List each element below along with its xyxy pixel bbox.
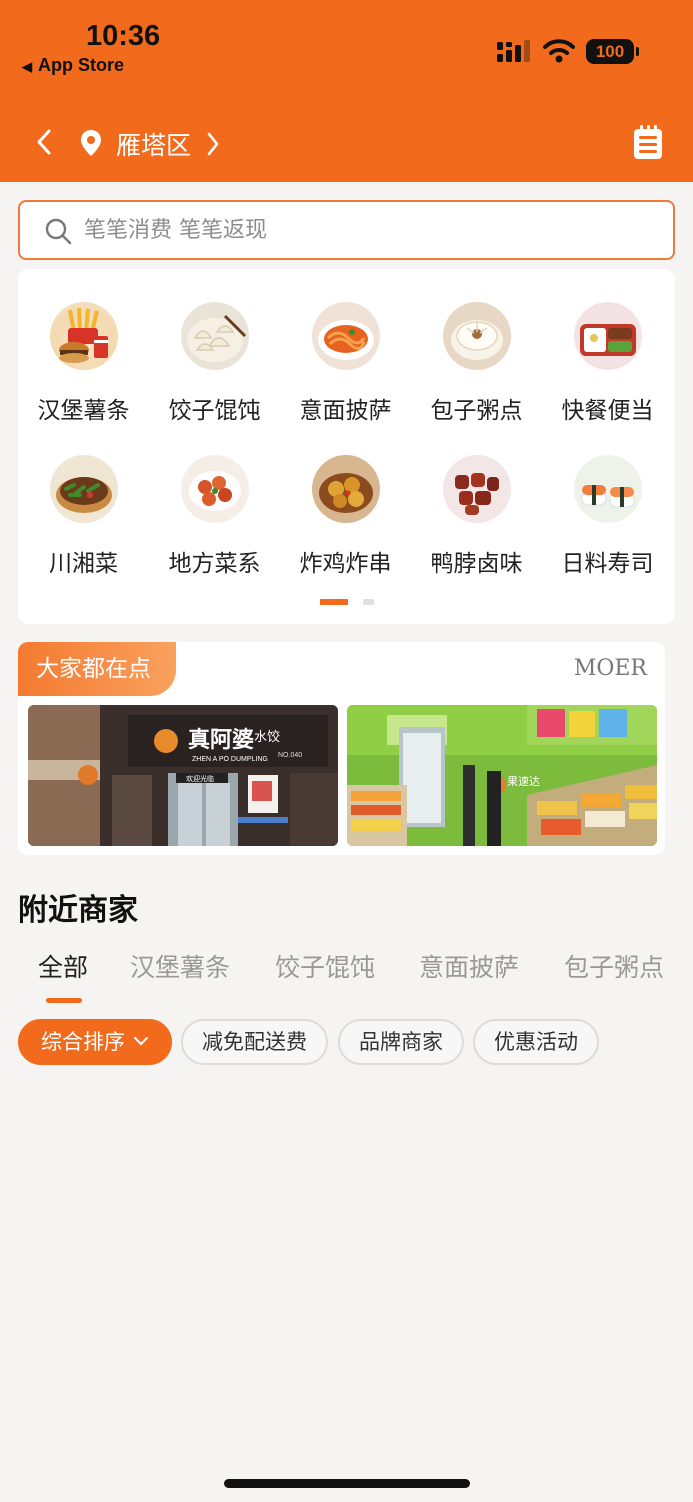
nearby-title: 附近商家 bbox=[18, 893, 138, 928]
tab-all[interactable]: 全部 bbox=[38, 948, 88, 984]
dumplings-icon bbox=[180, 302, 249, 370]
store-sign-sub: 水饺 bbox=[254, 730, 280, 745]
category-label: 快餐便当 bbox=[561, 398, 654, 424]
tab-pasta[interactable]: 意面披萨 bbox=[419, 948, 519, 984]
category-sichuan[interactable]: 川湘菜 bbox=[18, 455, 149, 578]
store-sign-en: ZHEN A PO DUMPLING bbox=[192, 756, 268, 763]
category-label: 日料寿司 bbox=[561, 551, 654, 577]
sort-label: 综合排序 bbox=[41, 1030, 125, 1054]
tab-active-indicator bbox=[46, 998, 82, 1003]
shrimp-dish-icon bbox=[180, 455, 249, 523]
search-icon bbox=[45, 218, 72, 245]
category-label: 意面披萨 bbox=[299, 398, 392, 424]
fruit-store-photo[interactable]: 果速达 bbox=[347, 705, 657, 846]
category-dumplings[interactable]: 饺子馄饨 bbox=[149, 302, 280, 425]
sort-dropdown[interactable]: 综合排序 bbox=[18, 1019, 172, 1065]
tab-buns[interactable]: 包子粥点 bbox=[564, 948, 664, 984]
category-label: 地方菜系 bbox=[168, 551, 261, 577]
chevron-down-icon bbox=[134, 1037, 148, 1045]
category-braised-duck[interactable]: 鸭脖卤味 bbox=[411, 455, 542, 578]
sushi-icon bbox=[573, 455, 642, 523]
fruit-store-sign: 果速达 bbox=[507, 775, 540, 788]
bento-icon bbox=[573, 302, 642, 370]
category-label: 汉堡薯条 bbox=[37, 398, 130, 424]
home-indicator bbox=[224, 1479, 470, 1488]
category-label: 鸭脖卤味 bbox=[430, 551, 523, 577]
page-indicator-active bbox=[320, 599, 348, 605]
location-pin-icon bbox=[81, 130, 101, 156]
category-bento[interactable]: 快餐便当 bbox=[542, 302, 673, 425]
popular-section: 大家都在点 MOER 真阿婆 水饺 ZHEN A PO DUMPLING NO.… bbox=[18, 642, 665, 855]
more-link[interactable]: MOER bbox=[574, 656, 647, 681]
category-sushi[interactable]: 日料寿司 bbox=[542, 455, 673, 578]
search-bar[interactable] bbox=[18, 200, 675, 260]
header-bar: 10:36 ◀ App Store 100 雁塔区 bbox=[0, 0, 693, 182]
category-fried-chicken[interactable]: 炸鸡炸串 bbox=[280, 455, 411, 578]
back-arrow-icon[interactable] bbox=[34, 128, 54, 156]
back-to-app-store[interactable]: ◀ App Store bbox=[22, 55, 124, 76]
pasta-icon bbox=[311, 302, 380, 370]
page-indicator-inactive bbox=[363, 599, 374, 605]
category-tabs: 全部 汉堡薯条 饺子馄饨 意面披萨 包子粥点 bbox=[0, 948, 693, 1008]
burger-fries-icon bbox=[49, 302, 118, 370]
store-sign-main: 真阿婆 bbox=[188, 727, 254, 753]
bun-icon bbox=[442, 302, 511, 370]
filter-brand[interactable]: 品牌商家 bbox=[338, 1019, 464, 1065]
search-input[interactable] bbox=[84, 212, 644, 248]
sichuan-dish-icon bbox=[49, 455, 118, 523]
fried-chicken-icon bbox=[311, 455, 380, 523]
wifi-icon bbox=[543, 39, 575, 63]
category-label: 包子粥点 bbox=[430, 398, 523, 424]
back-app-label: App Store bbox=[38, 55, 125, 75]
tab-dumplings[interactable]: 饺子馄饨 bbox=[275, 948, 375, 984]
chevron-right-icon[interactable] bbox=[205, 131, 221, 157]
location-selector[interactable]: 雁塔区 bbox=[116, 126, 191, 162]
store-sign-number: NO.040 bbox=[278, 752, 302, 759]
category-label: 饺子馄饨 bbox=[168, 398, 261, 424]
category-label: 川湘菜 bbox=[49, 551, 118, 577]
category-buns[interactable]: 包子粥点 bbox=[411, 302, 542, 425]
tab-burger-fries[interactable]: 汉堡薯条 bbox=[130, 948, 230, 984]
category-grid: 汉堡薯条 饺子馄饨 意面披萨 包子粥点 快餐便当 川湘菜 地方菜系 炸鸡炸串 鸭… bbox=[18, 269, 675, 624]
category-regional[interactable]: 地方菜系 bbox=[149, 455, 280, 578]
dumpling-store-photo[interactable]: 真阿婆 水饺 ZHEN A PO DUMPLING NO.040 欢迎光临 bbox=[28, 705, 338, 846]
status-time: 10:36 bbox=[86, 20, 161, 52]
category-pasta[interactable]: 意面披萨 bbox=[280, 302, 411, 425]
battery-icon: 100 bbox=[586, 39, 639, 64]
filter-promotions[interactable]: 优惠活动 bbox=[473, 1019, 599, 1065]
filter-free-delivery[interactable]: 减免配送费 bbox=[181, 1019, 328, 1065]
category-label: 炸鸡炸串 bbox=[299, 551, 392, 577]
category-burger-fries[interactable]: 汉堡薯条 bbox=[18, 302, 149, 425]
order-list-icon[interactable] bbox=[633, 124, 663, 160]
back-triangle-icon: ◀ bbox=[22, 59, 32, 74]
cellular-signal-icon bbox=[497, 40, 530, 62]
braised-duck-icon bbox=[442, 455, 511, 523]
store-door-text: 欢迎光临 bbox=[186, 774, 214, 783]
popular-tag: 大家都在点 bbox=[18, 642, 176, 696]
